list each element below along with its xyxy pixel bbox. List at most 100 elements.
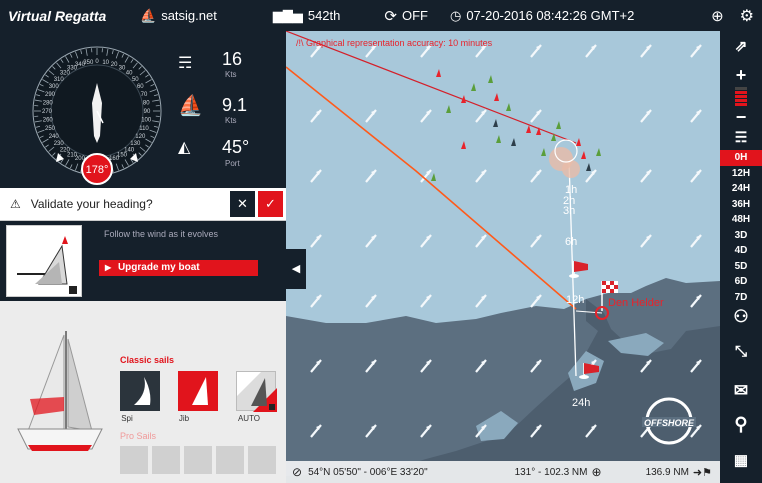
compass-label: 130	[130, 141, 141, 147]
boat-panel: Follow the wind as it evolves ▶ Upgrade …	[0, 221, 286, 301]
route-icon: ⤡	[734, 343, 747, 360]
sail-spi-label: Spi	[121, 414, 133, 423]
site-link[interactable]: ⛵ satsig.net	[132, 0, 225, 31]
help-button[interactable]: ⊕	[703, 0, 732, 31]
time-button-48h[interactable]: 48H	[720, 212, 762, 228]
messages-button[interactable]: ✉	[720, 381, 762, 401]
pro-sail-slot-3[interactable]	[184, 446, 212, 474]
auto-sail-icon	[237, 372, 277, 412]
time-mark-12h: 12h	[566, 294, 584, 306]
search-icon: ⚲	[734, 414, 748, 434]
sail-spi-button[interactable]	[120, 371, 160, 411]
zoom-in-button[interactable]: +	[720, 65, 762, 86]
minus-icon: −	[735, 107, 747, 127]
confirm-button[interactable]: ✓	[258, 191, 283, 217]
compass-label: 50	[132, 77, 139, 83]
lifebuoy-icon: ⊕	[711, 7, 724, 25]
validate-text: Validate your heading?	[30, 197, 153, 211]
forecast-times: 0H 12H 24H 36H 48H 3D 4D 5D 6D 7D	[720, 150, 762, 305]
app-logo: Virtual Regatta	[8, 7, 107, 24]
time-button-36h[interactable]: 36H	[720, 197, 762, 213]
zoom-out-button[interactable]: −	[720, 107, 762, 128]
compass-label: 100	[141, 118, 152, 124]
rank-button[interactable]: ▆▇▅ 542th	[265, 0, 349, 31]
sail-icon: ⛵	[178, 95, 203, 117]
sail-auto-label: AUTO	[237, 414, 261, 423]
chevron-left-icon: ◀	[291, 263, 301, 275]
compass-label: 280	[43, 100, 54, 106]
right-toolbar: ⇗ + − ☴ 0H 12H 24H 36H 48H 3D 4D 5D 6D 7D ⚇ ⤡ ✉ ⚲…	[720, 31, 762, 483]
time-mark-6h: 6h	[565, 236, 577, 248]
shop-button[interactable]: ▦	[720, 451, 762, 469]
compass-label: 310	[54, 77, 65, 83]
fleet-button[interactable]: ⚇	[720, 307, 762, 327]
group-icon: ⚇	[733, 307, 749, 326]
sail-jib-button[interactable]	[178, 371, 218, 411]
search-button[interactable]: ⚲	[720, 414, 762, 435]
close-icon: ✕	[237, 196, 248, 211]
jib-icon	[192, 377, 208, 405]
settings-button[interactable]: ⚙	[732, 0, 762, 31]
compass-label: 20	[111, 62, 118, 68]
autopilot-tile[interactable]	[6, 225, 82, 297]
compass-label: 260	[43, 118, 54, 124]
boat-tip: Follow the wind as it evolves	[104, 229, 219, 239]
time-button-12h[interactable]: 12H	[720, 166, 762, 182]
time-button-0h[interactable]: 0H	[720, 150, 762, 166]
sync-toggle[interactable]: ⟳ OFF	[376, 0, 436, 31]
compass-label: 290	[45, 92, 56, 98]
wind-speed: 16	[222, 49, 243, 69]
compass-label: 110	[139, 126, 149, 132]
pro-sail-slot-1[interactable]	[120, 446, 148, 474]
time-button-6d[interactable]: 6D	[720, 274, 762, 290]
play-icon: ▶	[105, 263, 112, 272]
time-mark-24h: 24h	[572, 397, 590, 409]
time-button-4d[interactable]: 4D	[720, 243, 762, 259]
expand-icon: ⇗	[734, 38, 748, 55]
left-panel: 0 10 20 30 40 50 60 70 80 90 100 110 120 130 140 150 160…	[0, 31, 306, 483]
compass-label: 10	[102, 60, 109, 66]
time-button-5d[interactable]: 5D	[720, 259, 762, 275]
pro-sail-slot-2[interactable]	[152, 446, 180, 474]
compass-label: 90	[144, 109, 151, 115]
warning-icon: ⚠	[10, 197, 21, 211]
cart-icon: ▦	[733, 452, 749, 469]
validate-heading-bar: ⚠ Validate your heading? ✕ ✓	[0, 188, 286, 221]
refresh-icon: ⟳	[384, 7, 397, 25]
plus-icon: +	[735, 65, 747, 85]
map-canvas[interactable]: 1h 2h 3h 6h 12h 24h Den Helder /!\ Graph…	[286, 31, 720, 483]
pro-sails-title: Pro Sails	[120, 431, 157, 441]
position-bar: ⊘ 54°N 05'50" - 006°E 33'20" 131° - 102.…	[286, 461, 720, 483]
compass-label: 80	[143, 100, 150, 106]
zoom-level-bar[interactable]	[735, 87, 747, 109]
time-button-7d[interactable]: 7D	[720, 290, 762, 306]
time-button-3d[interactable]: 3D	[720, 228, 762, 244]
site-name: satsig.net	[161, 8, 217, 23]
sail-auto-button[interactable]	[236, 371, 277, 412]
compass-label: 270	[42, 109, 53, 115]
bearing-readout: 131° - 102.3 NM	[514, 466, 588, 478]
collapse-panel-button[interactable]: ◀	[286, 249, 306, 289]
fullscreen-button[interactable]: ⇗	[720, 37, 762, 55]
wind-layer-button[interactable]: ☴	[720, 129, 762, 146]
clock: ◷ 07-20-2016 08:42:26 GMT+2	[442, 0, 642, 31]
cancel-button[interactable]: ✕	[230, 191, 255, 217]
pro-sail-slot-4[interactable]	[216, 446, 244, 474]
compass-label: 60	[137, 84, 144, 90]
place-label: Den Helder	[608, 297, 664, 309]
sail-trim-icon	[17, 236, 77, 294]
time-mark-3h: 3h	[563, 205, 575, 217]
upgrade-button[interactable]: ▶ Upgrade my boat	[99, 260, 258, 276]
boat-image	[17, 331, 103, 451]
pro-sail-slot-5[interactable]	[248, 446, 276, 474]
twa-icon: ◭	[178, 139, 191, 156]
route-button[interactable]: ⤡	[720, 343, 762, 360]
compass-label: 350	[83, 60, 94, 66]
clock-icon: ◷	[449, 7, 462, 23]
time-button-24h[interactable]: 24H	[720, 181, 762, 197]
compass[interactable]: 0 10 2030405060708090100110120130140150160…	[0, 31, 170, 188]
map[interactable]: 1h 2h 3h 6h 12h 24h Den Helder /!\ Graph…	[286, 31, 720, 483]
flag-icon[interactable]: ➜⚑	[693, 466, 712, 479]
target-icon[interactable]: ⊕	[592, 465, 602, 479]
wind-icon: ☴	[178, 55, 193, 72]
